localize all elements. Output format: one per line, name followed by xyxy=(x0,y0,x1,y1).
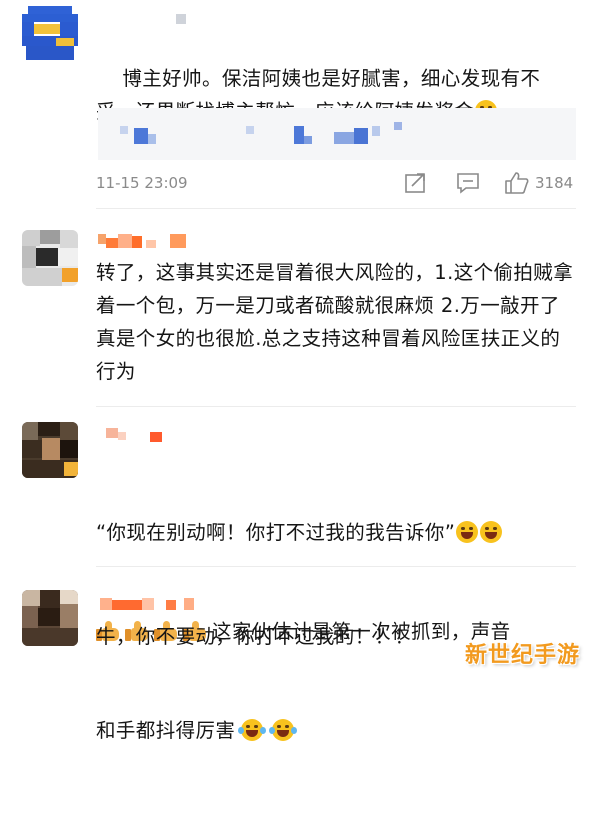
reply-button[interactable] xyxy=(456,172,480,194)
divider xyxy=(96,566,576,567)
tears-of-joy-emoji-icon xyxy=(238,719,267,741)
timestamp: 11-15 23:09 xyxy=(96,174,188,192)
like-button[interactable]: 3184 xyxy=(504,171,573,195)
watermark: 新世纪手游 xyxy=(464,643,580,668)
username-redacted[interactable] xyxy=(176,14,186,24)
avatar[interactable] xyxy=(22,6,78,62)
divider xyxy=(96,406,576,407)
laughing-face-emoji-icon xyxy=(456,521,479,543)
avatar[interactable] xyxy=(22,422,78,478)
comment-icon xyxy=(457,173,479,194)
comment-text: 转了，这事其实还是冒着很大风险的，1.这个偷拍贼拿着一个包，万一是刀或者硫酸就很… xyxy=(96,261,574,383)
laughing-face-emoji-icon xyxy=(480,521,503,543)
avatar[interactable] xyxy=(22,230,78,286)
share-button[interactable] xyxy=(404,172,428,194)
like-count: 3184 xyxy=(535,174,574,192)
divider xyxy=(96,208,576,209)
share-icon xyxy=(405,173,425,193)
comment-3-line-3: 和手都抖得厉害 xyxy=(96,714,576,747)
thumbs-up-icon xyxy=(505,172,529,194)
quoted-content[interactable] xyxy=(98,108,576,160)
comment-3-line-1: “你现在别动啊！你打不过我的我告诉你” xyxy=(96,516,576,549)
tears-of-joy-emoji-icon xyxy=(269,719,298,741)
avatar[interactable] xyxy=(22,590,78,646)
